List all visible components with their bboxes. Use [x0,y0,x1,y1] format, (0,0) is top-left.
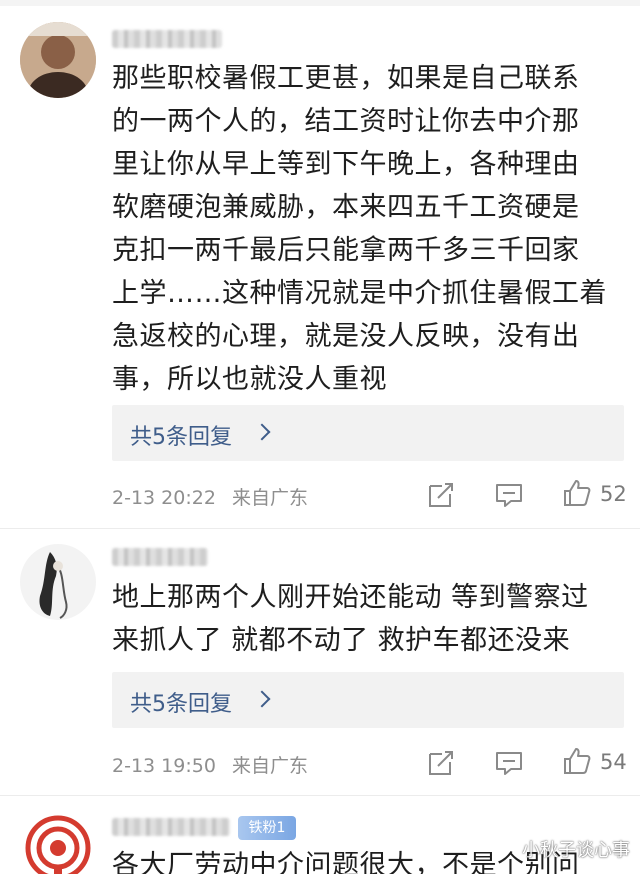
comment-meta: 2-13 20:22 来自广东 [112,483,318,510]
like-count: 54 [600,750,627,774]
comment-icon[interactable] [494,748,524,778]
avatar-illustration-icon [20,544,96,620]
comment-location: 来自广东 [231,755,308,777]
comment-text: 地上那两个人刚开始还能动 等到警察过 来抓人了 就都不动了 救护车都还没来 [112,582,589,656]
comment-item: 那些职校暑假工更甚，如果是自己联系 的一两个人的，结工资时让你去中介那 里让你从… [0,0,640,530]
share-icon[interactable] [426,748,456,778]
comment-item: 地上那两个人刚开始还能动 等到警察过 来抓人了 就都不动了 救护车都还没来 共5… [0,530,640,795]
watermark: 小秋子谈心事 [522,840,630,861]
comment-icon[interactable] [494,480,524,510]
avatar[interactable] [20,22,96,98]
reply-count-label: 共5条回复 [130,425,232,450]
fan-badge: 铁粉1 [238,816,296,840]
comment-time: 2-13 20:22 [112,487,216,509]
comment-item: 铁粉1 各大厂劳动中介问题很大，不是个别问 [0,796,640,874]
username-blurred[interactable] [112,548,208,566]
avatar[interactable] [20,810,96,874]
avatar-logo-icon [20,810,96,874]
view-replies-button[interactable]: 共5条回复 [112,672,624,728]
share-icon[interactable] [426,480,456,510]
comment-time: 2-13 19:50 [112,755,216,777]
comment-text: 那些职校暑假工更甚，如果是自己联系 的一两个人的，结工资时让你去中介那 里让你从… [112,63,607,395]
like-count: 52 [600,482,627,506]
chevron-right-icon [253,690,271,708]
comment-location: 来自广东 [231,487,308,509]
like-icon[interactable] [562,746,592,776]
username-blurred[interactable] [112,30,222,48]
avatar-photo-icon [20,22,96,98]
view-replies-button[interactable]: 共5条回复 [112,405,624,461]
username-blurred[interactable] [112,818,230,836]
comment-meta: 2-13 19:50 来自广东 [112,751,318,778]
reply-count-label: 共5条回复 [130,692,232,717]
chevron-right-icon [253,423,271,441]
avatar[interactable] [20,544,96,620]
like-icon[interactable] [562,478,592,508]
comment-divider [0,528,640,529]
